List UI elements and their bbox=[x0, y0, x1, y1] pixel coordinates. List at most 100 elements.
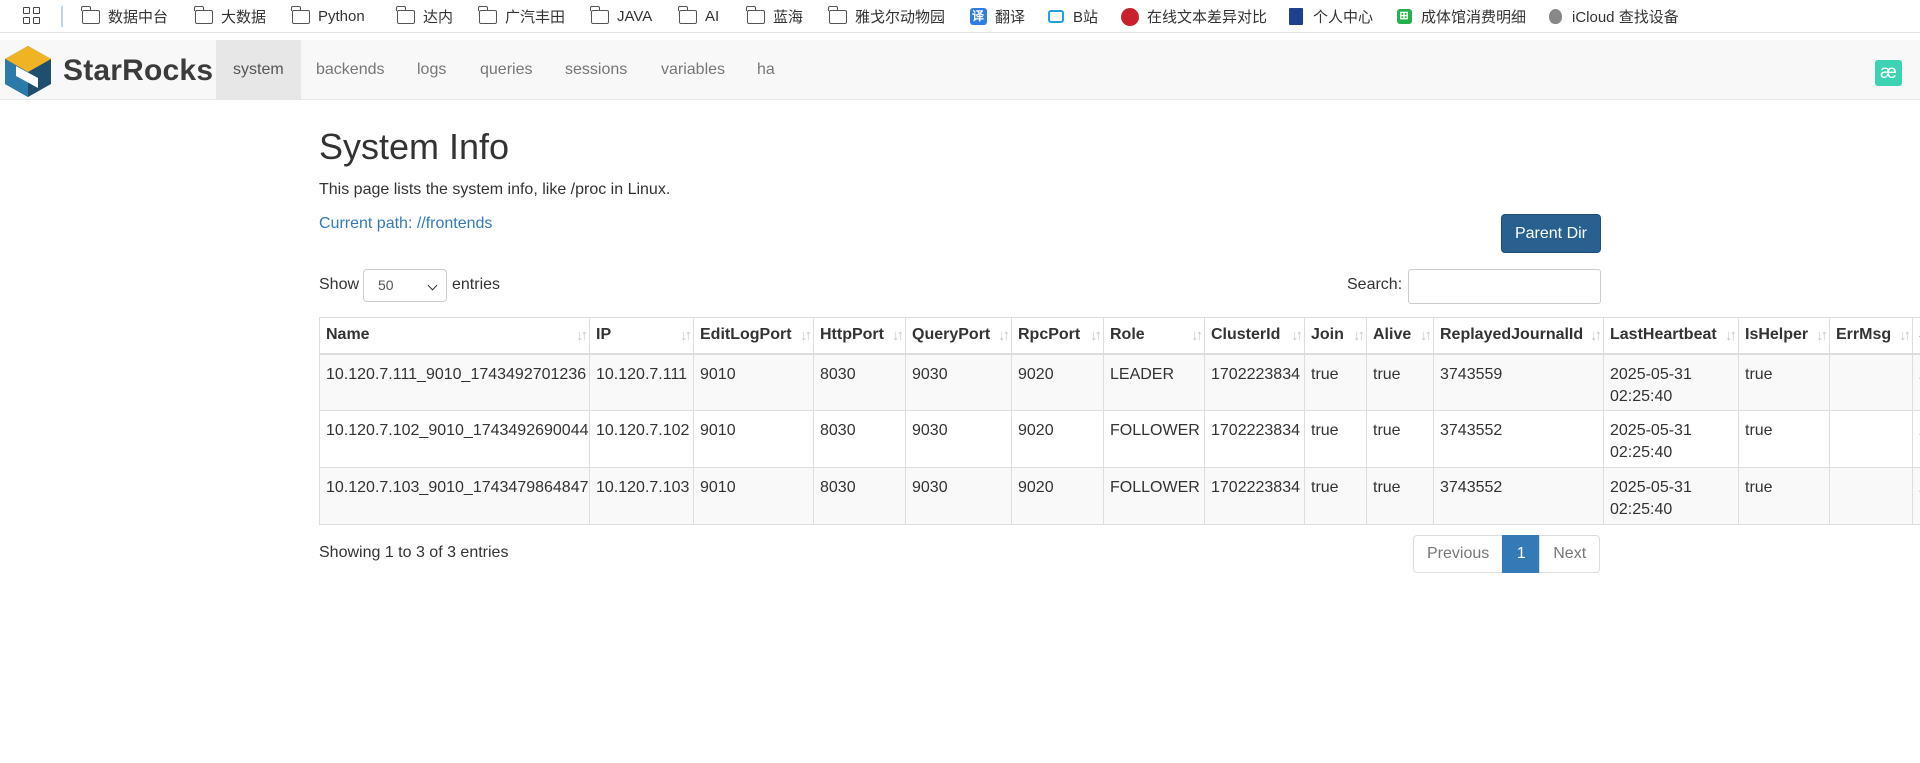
chevron-down-icon bbox=[427, 280, 438, 291]
table-cell: 8030 bbox=[813, 467, 906, 525]
table-cell: 9010 bbox=[693, 467, 814, 525]
table-cell: 9020 bbox=[1011, 353, 1104, 411]
bookmark-label: 蓝海 bbox=[773, 9, 804, 26]
bookmark-item[interactable]: 广汽丰田 bbox=[478, 5, 566, 27]
table-cell: 10.120.7.102 bbox=[589, 410, 694, 468]
sort-icon: ↓↑ bbox=[1291, 327, 1303, 344]
bookmark-label: Python bbox=[318, 8, 365, 25]
folder-icon bbox=[291, 5, 310, 25]
column-header[interactable]: HttpPort ↓↑ bbox=[813, 317, 906, 355]
table-row: 10.120.7.103_9010_1743479864847 10.120.7… bbox=[319, 467, 1920, 525]
column-header[interactable]: ClusterId ↓↑ bbox=[1204, 317, 1305, 355]
bookmark-label: 广汽丰田 bbox=[505, 9, 566, 26]
nav-tab-backends[interactable]: backends bbox=[299, 40, 402, 99]
column-header[interactable]: Role ↓↑ bbox=[1103, 317, 1205, 355]
column-header[interactable]: LastHeartbeat ↓↑ bbox=[1603, 317, 1739, 355]
next-page-button[interactable]: Next bbox=[1539, 535, 1601, 573]
pagination: Previous 1 Next bbox=[1413, 535, 1601, 573]
column-header[interactable]: ReplayedJournalId ↓↑ bbox=[1433, 317, 1604, 355]
bookmark-item[interactable]: iCloud 查找设备 bbox=[1546, 6, 1679, 27]
column-header[interactable]: RpcPort ↓↑ bbox=[1011, 317, 1104, 355]
bilibili-icon bbox=[1047, 9, 1065, 25]
sort-icon: ↓↑ bbox=[680, 327, 692, 344]
frontends-table-container: Name ↓↑ IP ↓↑ EditLogPort ↓↑ HttpPort ↓↑ Que… bbox=[319, 317, 1920, 527]
table-cell: 3743552 bbox=[1433, 410, 1604, 468]
sort-icon: ↓↑ bbox=[1090, 327, 1102, 344]
bookmark-item[interactable]: 数据中台 bbox=[81, 5, 168, 27]
bookmark-item[interactable]: Python bbox=[291, 5, 365, 27]
apple-icon bbox=[1546, 9, 1564, 25]
page-description: This page lists the system info, like /p… bbox=[319, 181, 671, 198]
table-cell: true bbox=[1366, 353, 1434, 411]
bookmark-item[interactable]: JAVA bbox=[590, 5, 653, 27]
bookmark-label: iCloud 查找设备 bbox=[1572, 9, 1679, 26]
current-path: Current path: //frontends bbox=[319, 215, 493, 232]
translate-icon: 译 bbox=[969, 8, 987, 25]
bookmark-label: 大数据 bbox=[221, 9, 267, 26]
nav-tab-logs[interactable]: logs bbox=[400, 40, 463, 99]
bookmark-item[interactable]: 译翻译 bbox=[969, 6, 1025, 27]
column-header[interactable]: QueryPort ↓↑ bbox=[905, 317, 1012, 355]
table-cell: 1702223834 bbox=[1204, 353, 1305, 411]
table-cell: 9030 bbox=[905, 467, 1012, 525]
book-icon bbox=[1287, 8, 1305, 25]
brand-name: StarRocks bbox=[63, 54, 214, 87]
table-cell: 9010 bbox=[693, 410, 814, 468]
bookmark-item[interactable]: ⊞ 成体馆消费明细 bbox=[1395, 6, 1526, 27]
page-1-button[interactable]: 1 bbox=[1502, 535, 1541, 573]
bookmark-label: 雅戈尔动物园 bbox=[855, 9, 946, 26]
sort-icon: ↓↑ bbox=[576, 327, 588, 344]
nav-tab-queries[interactable]: queries bbox=[463, 40, 549, 99]
brand-logo[interactable]: StarRocks bbox=[2, 43, 213, 99]
table-cell: true bbox=[1366, 467, 1434, 525]
column-header[interactable]: IP ↓↑ bbox=[589, 317, 694, 355]
column-header[interactable]: S bbox=[1912, 317, 1920, 355]
bookmarks-bar: 数据中台 大数据 Python 达内 广汽丰田 JAVA AI 蓝海 雅戈尔动物… bbox=[0, 0, 1920, 33]
bookmark-item[interactable]: B站 bbox=[1047, 6, 1098, 27]
table-cell: LEADER bbox=[1103, 353, 1205, 411]
column-header[interactable]: Alive ↓↑ bbox=[1366, 317, 1434, 355]
bookmark-item[interactable]: AI bbox=[678, 5, 720, 27]
bookmark-label: 达内 bbox=[423, 9, 454, 26]
parent-dir-button[interactable]: Parent Dir bbox=[1501, 214, 1601, 253]
bookmark-item[interactable]: 个人中心 bbox=[1287, 6, 1373, 27]
column-header[interactable]: Join ↓↑ bbox=[1304, 317, 1367, 355]
folder-icon bbox=[81, 5, 100, 25]
nav-tab-system[interactable]: system bbox=[216, 40, 301, 99]
bookmark-item[interactable]: 雅戈尔动物园 bbox=[828, 5, 946, 27]
nav-tab-variables[interactable]: variables bbox=[644, 40, 742, 99]
apps-grid-icon[interactable] bbox=[23, 7, 41, 25]
column-header[interactable]: ErrMsg ↓↑ bbox=[1829, 317, 1913, 355]
column-header[interactable]: EditLogPort ↓↑ bbox=[693, 317, 814, 355]
bookmark-item[interactable]: 大数据 bbox=[194, 5, 267, 27]
table-cell: 2 0 bbox=[1912, 410, 1920, 468]
table-cell: 3743559 bbox=[1433, 353, 1604, 411]
table-header-row: Name ↓↑ IP ↓↑ EditLogPort ↓↑ HttpPort ↓↑ Que… bbox=[319, 317, 1920, 355]
show-label: Show bbox=[319, 276, 360, 293]
page-size-select[interactable]: 50 bbox=[363, 269, 447, 302]
bookmark-item[interactable]: 蓝海 bbox=[746, 5, 804, 27]
bookmark-label: AI bbox=[705, 8, 720, 25]
bookmark-label: JAVA bbox=[617, 8, 653, 25]
table-cell bbox=[1829, 410, 1913, 468]
page-title: System Info bbox=[319, 126, 510, 167]
folder-icon bbox=[678, 5, 697, 25]
column-header[interactable]: Name ↓↑ bbox=[319, 317, 590, 355]
nav-tab-ha[interactable]: ha bbox=[740, 40, 792, 99]
column-header[interactable]: IsHelper ↓↑ bbox=[1738, 317, 1830, 355]
table-cell: 3743552 bbox=[1433, 467, 1604, 525]
nav-tab-sessions[interactable]: sessions bbox=[548, 40, 644, 99]
search-input[interactable] bbox=[1408, 269, 1601, 304]
bookmark-label: 在线文本差异对比 bbox=[1147, 9, 1268, 26]
bookmark-item[interactable]: 在线文本差异对比 bbox=[1121, 6, 1267, 27]
sort-icon: ↓↑ bbox=[1590, 327, 1602, 344]
bookmark-label: B站 bbox=[1073, 9, 1099, 26]
bookmark-item[interactable]: 达内 bbox=[396, 5, 454, 27]
sort-icon: ↓↑ bbox=[800, 327, 812, 344]
previous-page-button[interactable]: Previous bbox=[1413, 535, 1504, 573]
table-cell: FOLLOWER bbox=[1103, 410, 1205, 468]
bookmark-label: 成体馆消费明细 bbox=[1421, 9, 1527, 26]
folder-icon bbox=[478, 5, 497, 25]
ae-extension-icon[interactable]: æ bbox=[1875, 60, 1902, 86]
folder-icon bbox=[828, 5, 847, 25]
